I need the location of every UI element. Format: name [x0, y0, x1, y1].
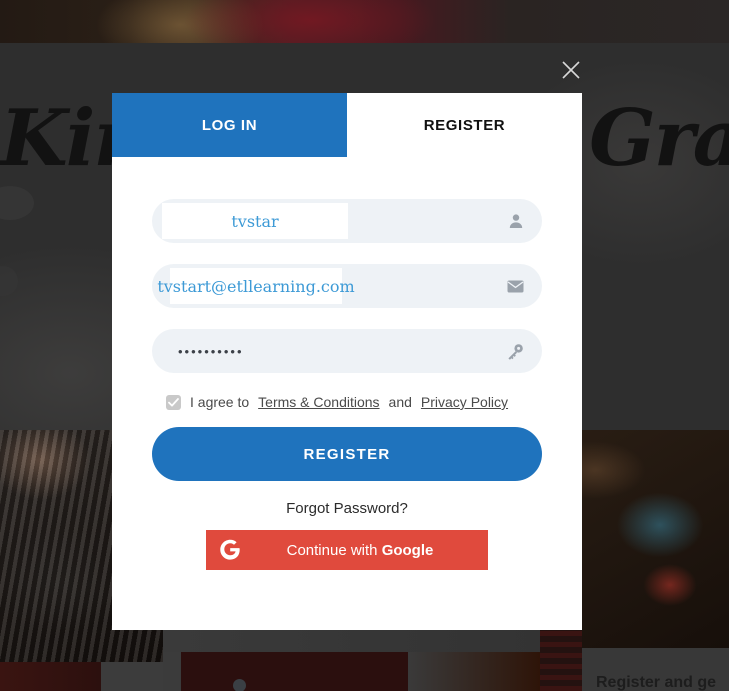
agreement-checkbox[interactable]	[166, 394, 181, 410]
agreement-row: I agree to Terms & Conditions and Privac…	[166, 394, 542, 410]
agreement-conjunction: and	[388, 394, 412, 410]
key-icon	[507, 329, 524, 373]
close-icon[interactable]	[558, 57, 584, 83]
register-form: tvstar tvstart@etllearning.com •••••••••…	[112, 157, 582, 570]
password-field[interactable]: ••••••••••	[152, 329, 542, 373]
google-button-brand: Google	[381, 541, 434, 559]
username-value: tvstar	[231, 211, 279, 231]
tab-log-in-label: LOG IN	[201, 116, 258, 134]
username-autofill-box: tvstar	[162, 203, 348, 239]
background-photo-top	[0, 0, 729, 43]
terms-and-conditions-link[interactable]: Terms & Conditions	[258, 394, 379, 410]
background-right-stripe	[540, 620, 582, 691]
email-field[interactable]: tvstart@etllearning.com	[152, 264, 542, 308]
tab-register[interactable]: REGISTER	[347, 93, 582, 157]
continue-with-google-label: Continue with Google	[254, 542, 488, 559]
background-promo-card-title: Register and ge	[596, 674, 717, 691]
page-root: Register and ge Kindergarten Graduate! "…	[0, 0, 729, 691]
background-photo-left-footer	[0, 662, 163, 691]
password-value: ••••••••••	[178, 343, 244, 359]
tab-log-in[interactable]: LOG IN	[112, 93, 347, 157]
register-button[interactable]: REGISTER	[152, 427, 542, 481]
forgot-password-link[interactable]: Forgot Password?	[152, 500, 542, 517]
auth-tab-bar: LOG IN REGISTER	[112, 93, 582, 157]
email-autofill-box: tvstart@etllearning.com	[157, 268, 355, 304]
privacy-policy-link[interactable]: Privacy Policy	[421, 394, 508, 410]
user-icon	[508, 199, 524, 243]
background-dot-marker	[233, 679, 246, 691]
agreement-prefix: I agree to	[190, 394, 250, 410]
background-photo-middle	[163, 652, 540, 691]
continue-with-google-button[interactable]: Continue with Google	[206, 530, 488, 570]
username-field[interactable]: tvstar	[152, 199, 542, 243]
google-g-icon	[206, 538, 254, 562]
google-button-prefix: Continue with	[286, 541, 382, 559]
tab-register-label: REGISTER	[423, 116, 506, 134]
email-value: tvstart@etllearning.com	[157, 276, 355, 296]
auth-modal: LOG IN REGISTER tvstar tvstart@etllearni…	[112, 93, 582, 630]
background-middle-strip	[163, 630, 540, 654]
envelope-icon	[507, 264, 524, 308]
